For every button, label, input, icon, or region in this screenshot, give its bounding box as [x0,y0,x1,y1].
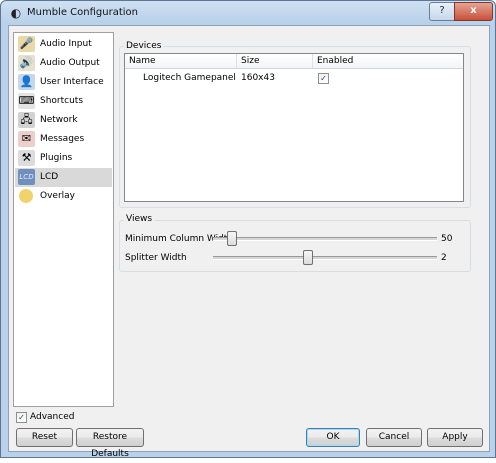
advanced-label: Advanced [30,412,75,422]
help-button[interactable]: ? [429,2,455,21]
sidebar-item-label: Network [40,115,78,125]
network-icon: 🖧 [18,112,35,128]
splitter-width-value: 2 [441,253,447,263]
sidebar-item-messages[interactable]: ✉ Messages [15,130,112,149]
splitter-width-label: Splitter Width [125,253,187,263]
window-title: Mumble Configuration [27,7,138,18]
user-interface-icon: 👤 [18,74,35,90]
restore-defaults-button[interactable]: Restore Defaults [76,428,144,459]
sidebar-item-shortcuts[interactable]: ⌨ Shortcuts [15,92,112,111]
plugins-icon: ⚒ [18,150,35,166]
speaker-icon: 🔊 [18,55,35,71]
shortcuts-icon: ⌨ [18,93,35,109]
sidebar-item-user-interface[interactable]: 👤 User Interface [15,73,112,92]
apply-button[interactable]: Apply [427,428,483,447]
settings-sidebar: 🎤 Audio Input 🔊 Audio Output 👤 User Inte… [13,32,114,407]
sidebar-item-label: Overlay [40,191,75,201]
sidebar-item-label: Messages [40,134,85,144]
dialog-body: 🎤 Audio Input 🔊 Audio Output 👤 User Inte… [8,25,490,459]
sidebar-item-audio-output[interactable]: 🔊 Audio Output [15,54,112,73]
sidebar-item-overlay[interactable]: Overlay [15,187,112,206]
ok-button[interactable]: OK [306,428,360,447]
device-name: Logitech Gamepanel [143,73,236,83]
sidebar-item-label: LCD [40,172,59,182]
title-bar[interactable]: ◐ Mumble Configuration ? x [1,1,495,25]
devices-table[interactable]: Name Size Enabled Logitech Gamepanel 160… [124,53,464,202]
messages-icon: ✉ [18,131,35,147]
splitter-width-slider[interactable] [213,256,437,260]
column-header-enabled[interactable]: Enabled [313,54,463,69]
sidebar-item-audio-input[interactable]: 🎤 Audio Input [15,35,112,54]
sidebar-item-label: Audio Input [40,39,92,49]
sidebar-item-label: Audio Output [40,58,100,68]
column-header-size[interactable]: Size [237,54,313,69]
min-column-width-slider-thumb[interactable] [226,231,237,246]
sidebar-item-network[interactable]: 🖧 Network [15,111,112,130]
sidebar-item-label: User Interface [40,77,104,87]
min-column-width-slider[interactable] [213,237,437,241]
views-group [119,220,471,272]
sidebar-item-label: Plugins [40,153,73,163]
reset-button[interactable]: Reset [16,428,73,447]
microphone-icon: 🎤 [18,36,35,52]
device-size: 160x43 [241,73,275,83]
sidebar-item-label: Shortcuts [40,96,84,106]
mumble-logo-icon: ◐ [10,6,22,20]
close-button[interactable]: x [454,2,493,21]
column-header-name[interactable]: Name [125,54,237,69]
views-group-title: Views [124,214,155,224]
devices-group-title: Devices [124,41,164,51]
overlay-icon [19,189,33,203]
advanced-checkbox[interactable]: ✓ [16,412,27,423]
cancel-button[interactable]: Cancel [366,428,422,447]
config-window: ◐ Mumble Configuration ? x 🎤 Audio Input… [0,0,496,459]
sidebar-item-plugins[interactable]: ⚒ Plugins [15,149,112,168]
splitter-width-slider-thumb[interactable] [303,250,314,265]
lcd-icon: LCD [18,169,35,185]
sidebar-item-lcd[interactable]: LCD LCD [15,168,112,187]
device-enabled-checkbox[interactable]: ✓ [318,73,329,84]
min-column-width-value: 50 [441,234,453,244]
